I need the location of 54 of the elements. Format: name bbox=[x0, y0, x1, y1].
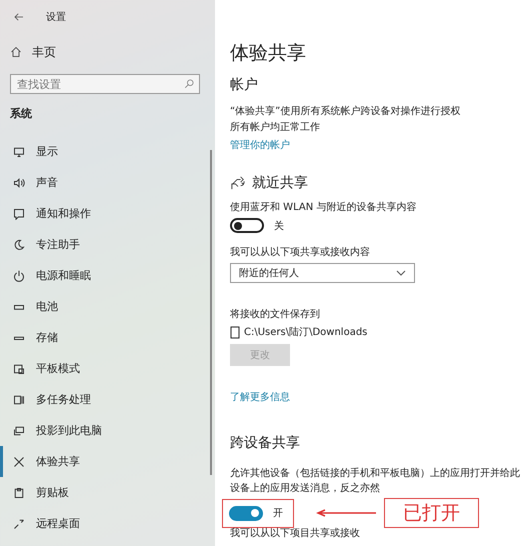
nav-item[interactable]: 多任务处理 bbox=[0, 384, 215, 415]
body-text: 所有帐户均正常工作 bbox=[230, 122, 321, 133]
nav-icon bbox=[13, 176, 25, 188]
nav-item[interactable]: 投影到此电脑 bbox=[0, 415, 215, 446]
section-heading: 系统 bbox=[10, 106, 33, 122]
body-text: 使用蓝牙和 WLAN 与附近的设备共享内容 bbox=[230, 202, 418, 213]
nav-item[interactable]: 声音 bbox=[0, 167, 215, 198]
nav-item[interactable]: 电源和睡眠 bbox=[0, 260, 215, 291]
nav-item[interactable]: 通知和操作 bbox=[0, 198, 215, 229]
nav-item[interactable]: 剪贴板 bbox=[0, 477, 215, 508]
nav-icon bbox=[13, 394, 25, 406]
field-label: 我可以从以下项目共享或接收 bbox=[230, 528, 361, 539]
nav-icon bbox=[13, 208, 25, 220]
learn-more-link[interactable]: 了解更多信息 bbox=[230, 390, 523, 404]
manage-account-link[interactable]: 管理你的帐户 bbox=[230, 138, 523, 152]
home-nav-item[interactable]: 丰页 bbox=[10, 42, 215, 62]
page-title: 体验共享 bbox=[230, 41, 307, 66]
annotation-arrow bbox=[316, 509, 376, 517]
search-icon bbox=[184, 79, 194, 89]
toggle-switch[interactable] bbox=[230, 218, 264, 233]
toggle-switch[interactable] bbox=[229, 506, 263, 520]
section-heading: 跨设备共享 bbox=[230, 434, 301, 452]
nav-icon bbox=[13, 456, 25, 468]
toggle-label: 关 bbox=[274, 220, 284, 232]
field-label: 我可以从以下项共享或接收内容 bbox=[230, 247, 371, 258]
section-heading: 帐户 bbox=[230, 76, 259, 94]
nav-icon bbox=[13, 362, 25, 374]
nav-item[interactable]: 平板模式 bbox=[0, 353, 215, 384]
annotation-callout: 已打开 bbox=[384, 498, 479, 528]
nav-icon bbox=[13, 146, 25, 158]
chevron-down-icon bbox=[396, 270, 406, 276]
nav-icon bbox=[13, 270, 25, 282]
folder-path: C:\Users\陆汀\Downloads bbox=[244, 327, 368, 338]
dropdown[interactable]: 附近的任何人 bbox=[230, 263, 415, 283]
body-text: 允许其他设备（包括链接的手机和平板电脑）上的应用打开并给此设备上的应用发送消息，反之亦然 bbox=[230, 466, 520, 496]
field-label: 将接收的文件保存到 bbox=[230, 309, 321, 320]
nav-item[interactable]: 显示 bbox=[0, 136, 215, 167]
nav-item[interactable]: 专注助手 bbox=[0, 229, 215, 260]
body-text: “体验共享”使用所有系统帐户跨设备对操作进行授权 bbox=[230, 106, 462, 117]
section-heading: 就近共享 bbox=[252, 174, 308, 192]
scrollbar[interactable] bbox=[210, 150, 212, 475]
nav-icon bbox=[13, 424, 25, 436]
nav-item[interactable]: 存储 bbox=[0, 322, 215, 353]
window-title: 设置 bbox=[46, 10, 66, 24]
home-icon bbox=[10, 46, 22, 58]
share-icon bbox=[230, 176, 246, 190]
back-arrow-icon[interactable] bbox=[14, 13, 24, 21]
nav-item[interactable]: 电池 bbox=[0, 291, 215, 322]
nav-item[interactable]: 远程桌面 bbox=[0, 508, 215, 539]
search-field[interactable]: 查找设置 bbox=[10, 74, 200, 94]
nav-icon bbox=[13, 486, 25, 498]
toggle-label: 开 bbox=[273, 507, 283, 520]
nav-icon bbox=[13, 238, 25, 250]
nav-icon bbox=[13, 518, 25, 530]
